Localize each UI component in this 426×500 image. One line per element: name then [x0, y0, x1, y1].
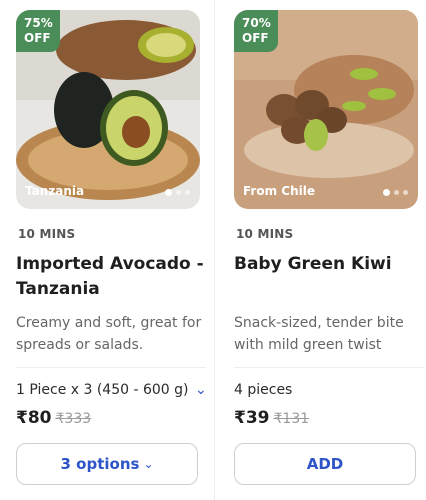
carousel-dot[interactable]	[403, 190, 408, 195]
discount-badge: 75% OFF	[16, 10, 60, 52]
options-button[interactable]: 3 options ⌄	[16, 443, 198, 485]
product-grid: 75% OFF Tanzania 10 MINS Imported Avocad…	[0, 0, 426, 500]
product-card-avocado[interactable]: 75% OFF Tanzania 10 MINS Imported Avocad…	[14, 0, 210, 500]
product-description: Snack-sized, tender bite with mild green…	[234, 315, 404, 353]
origin-label: Tanzania	[25, 184, 85, 198]
product-description: Creamy and soft, great for spreads or sa…	[16, 315, 202, 353]
product-image-kiwi[interactable]: 70% OFF From Chile	[234, 10, 418, 209]
chevron-down-icon: ⌄	[143, 457, 154, 471]
discount-badge: 70% OFF	[234, 10, 278, 52]
variant-selector[interactable]: 1 Piece x 3 (450 - 600 g) ⌄	[16, 382, 207, 398]
variant-label: 1 Piece x 3 (450 - 600 g)	[16, 382, 189, 398]
price-row: ₹80 ₹333	[16, 408, 91, 428]
delivery-eta: 10 MINS	[18, 227, 76, 241]
card-divider	[214, 0, 215, 500]
options-button-label: 3 options	[60, 455, 140, 473]
carousel-dot[interactable]	[185, 190, 190, 195]
add-button-label: ADD	[306, 455, 344, 473]
mrp-price: ₹333	[55, 411, 92, 427]
chevron-down-icon[interactable]: ⌄	[195, 382, 207, 398]
selling-price: ₹80	[16, 408, 52, 428]
carousel-dot[interactable]	[165, 189, 172, 196]
carousel-dot[interactable]	[176, 190, 181, 195]
mrp-price: ₹131	[273, 411, 310, 427]
add-to-cart-button[interactable]: ADD	[234, 443, 416, 485]
carousel-dot[interactable]	[383, 189, 390, 196]
origin-label: From Chile	[243, 184, 315, 198]
carousel-dot[interactable]	[394, 190, 399, 195]
selling-price: ₹39	[234, 408, 270, 428]
variant-label-static: 4 pieces	[234, 382, 292, 398]
variant-label: 4 pieces	[234, 382, 293, 398]
carousel-dots[interactable]	[165, 189, 190, 196]
product-image-avocado[interactable]: 75% OFF Tanzania	[16, 10, 200, 209]
delivery-eta: 10 MINS	[236, 227, 294, 241]
divider-line	[16, 367, 206, 368]
divider-line	[234, 367, 424, 368]
product-title[interactable]: Baby Green Kiwi	[234, 252, 424, 277]
product-title[interactable]: Imported Avocado - Tanzania	[16, 252, 206, 302]
carousel-dots[interactable]	[383, 189, 408, 196]
price-row: ₹39 ₹131	[234, 408, 309, 428]
product-card-kiwi[interactable]: 70% OFF From Chile 10 MINS Baby Green Ki…	[232, 0, 426, 500]
